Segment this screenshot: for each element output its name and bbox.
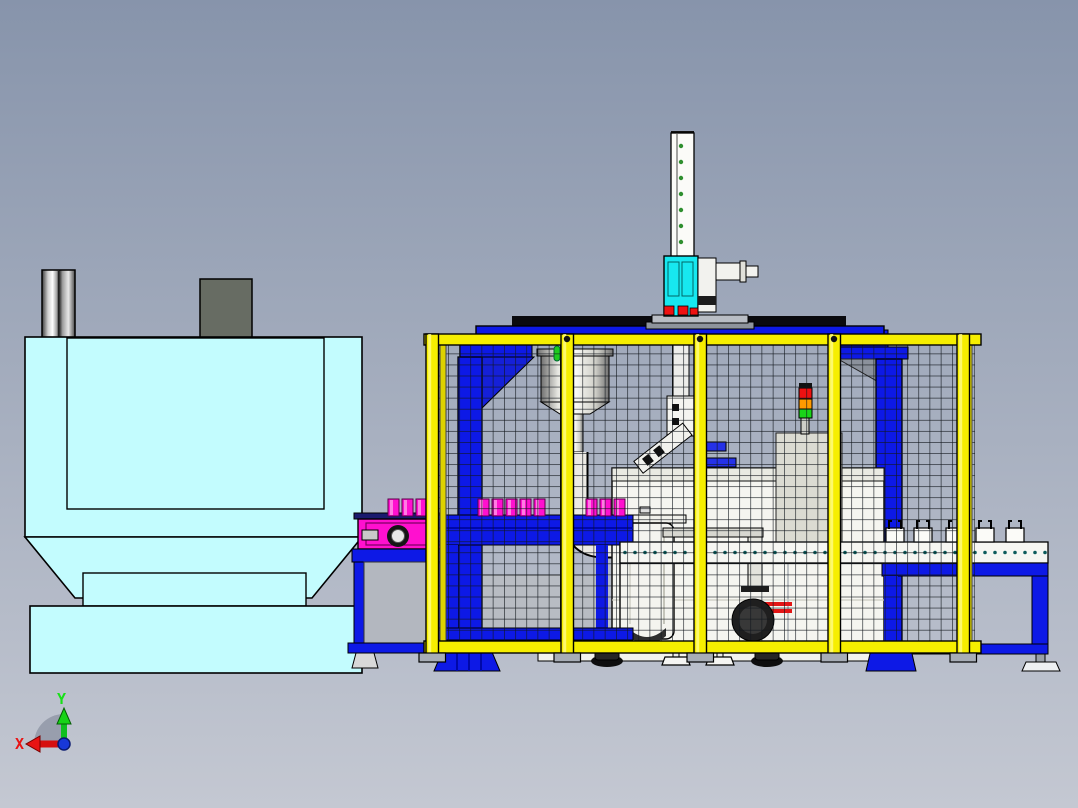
drive-shaft: [361, 529, 379, 541]
table-panel: [363, 561, 431, 644]
conveyor-foot: [1021, 661, 1061, 672]
z-axis-origin-dot: [57, 737, 71, 751]
hopper-base: [29, 605, 363, 674]
electrical-box: [199, 278, 253, 339]
x-axis-label: X: [15, 735, 24, 753]
cad-scene[interactable]: X Y: [0, 0, 1078, 808]
side-cylinder: [715, 262, 741, 281]
rail-bolt: [563, 335, 571, 343]
cad-viewport[interactable]: X Y: [0, 0, 1078, 808]
hopper-body: [24, 336, 363, 538]
gantry-column: [670, 132, 695, 260]
back-post: [439, 344, 447, 642]
y-axis-label: Y: [57, 690, 66, 708]
table-leg: [353, 561, 365, 647]
rail-bolt: [696, 335, 704, 343]
rail-bolt: [830, 335, 838, 343]
table-foot: [351, 652, 379, 669]
hopper-throat: [82, 572, 307, 607]
